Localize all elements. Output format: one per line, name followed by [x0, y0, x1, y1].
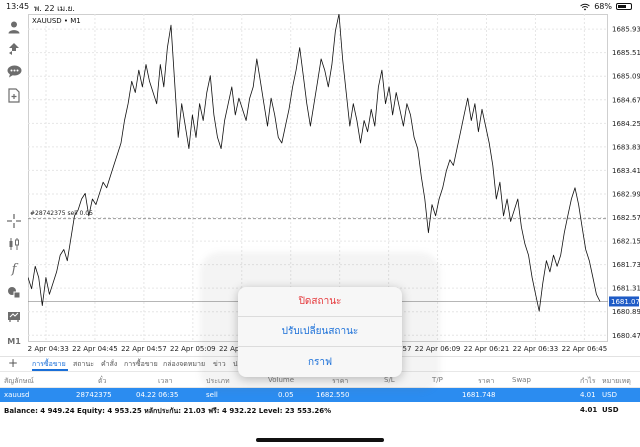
y-tick-label: 1681.730: [612, 261, 640, 269]
cell-type: sell: [206, 391, 218, 399]
order-line-label: #28742375 sell 0.05: [30, 210, 93, 217]
templates-icon[interactable]: [4, 307, 24, 325]
y-tick-label: 1682.570: [612, 214, 640, 222]
tab-orders[interactable]: คำสั่ง: [101, 359, 117, 370]
y-tick-label: 1684.670: [612, 96, 640, 104]
objects-icon[interactable]: [4, 283, 24, 301]
total-profit: 4.01: [580, 406, 598, 414]
balance-summary: Balance: 4 949.24 Equity: 4 953.25 หลักป…: [4, 407, 332, 415]
position-action-menu: ปิดสถานะ ปรับเปลี่ยนสถานะ กราฟ: [238, 287, 402, 377]
tab-positions[interactable]: สถานะ: [73, 359, 94, 370]
chart-button[interactable]: กราฟ: [238, 347, 402, 377]
add-document-icon[interactable]: [4, 86, 24, 104]
chart-toolbar: f M1: [0, 14, 28, 356]
modify-position-button[interactable]: ปรับเปลี่ยนสถานะ: [238, 317, 402, 347]
col-swap[interactable]: Swap: [512, 376, 531, 384]
y-tick-label: 1680.470: [612, 332, 640, 340]
x-tick-label: 22 Apr 04:57: [121, 345, 167, 353]
cell-profit: 4.01: [580, 391, 596, 399]
cell-symbol: xauusd: [4, 391, 30, 399]
y-tick-label: 1685.510: [612, 49, 640, 57]
status-time: 13:45: [6, 2, 30, 11]
profit-currency: USD: [602, 406, 619, 414]
add-icon[interactable]: +: [8, 356, 18, 370]
wifi-icon: [580, 3, 590, 10]
y-tick-label: 1683.410: [612, 167, 640, 175]
user-icon[interactable]: [4, 18, 24, 36]
y-tick-label: 1685.090: [612, 73, 640, 81]
cell-volume: 0.05: [278, 391, 294, 399]
home-indicator[interactable]: [256, 438, 384, 442]
y-tick-label: 1682.150: [612, 238, 640, 246]
trade-icon[interactable]: [4, 40, 24, 58]
x-tick-label: 22 Apr 06:21: [464, 345, 510, 353]
x-tick-label: 22 Apr 04:45: [72, 345, 118, 353]
col-symbol[interactable]: สัญลักษณ์: [4, 376, 34, 387]
function-icon[interactable]: f: [4, 260, 24, 278]
col-ticket[interactable]: ตั๋ว: [98, 376, 106, 387]
candles-icon[interactable]: [4, 235, 24, 253]
y-tick-label: 1682.990: [612, 190, 640, 198]
col-comment[interactable]: หมายเหตุ: [602, 376, 631, 387]
col-current-price[interactable]: ราคา: [478, 376, 494, 387]
y-tick-label: 1685.930: [612, 26, 640, 34]
account-summary: Balance: 4 949.24 Equity: 4 953.25 หลักป…: [0, 403, 640, 416]
col-profit[interactable]: กำไร: [580, 376, 595, 387]
cell-price: 1682.550: [316, 391, 350, 399]
cell-currency: USD: [602, 391, 617, 399]
current-price-tag-label: 1681.073: [611, 298, 640, 306]
y-tick-label: 1681.310: [612, 285, 640, 293]
y-tick-label: 1684.250: [612, 120, 640, 128]
battery-fill: [618, 5, 627, 8]
x-tick-label: 22 Apr 06:33: [513, 345, 559, 353]
tab-mailbox[interactable]: กล่องจดหมาย: [163, 359, 205, 370]
y-tick-label: 1680.890: [612, 308, 640, 316]
tab-history[interactable]: การซื้อขาย: [124, 359, 158, 370]
col-time[interactable]: เวลา: [158, 376, 173, 387]
cell-time: 04.22 06:35: [136, 391, 179, 399]
battery-percent: 68%: [594, 2, 612, 11]
chart-symbol-label: XAUUSD • M1: [32, 17, 81, 25]
y-tick-label: 1683.830: [612, 143, 640, 151]
status-bar: 13:45 พ. 22 เม.ย. 68%: [0, 0, 640, 14]
battery-icon: [616, 3, 632, 10]
x-tick-label: 22 Apr 06:45: [562, 345, 608, 353]
cell-current-price: 1681.748: [462, 391, 496, 399]
timeframe-button[interactable]: M1: [4, 332, 24, 350]
cell-ticket: 28742375: [76, 391, 112, 399]
close-position-button[interactable]: ปิดสถานะ: [238, 287, 402, 317]
x-tick-label: 22 Apr 04:33: [28, 345, 69, 353]
crosshair-icon[interactable]: [4, 212, 24, 230]
chat-icon[interactable]: [4, 62, 24, 80]
status-right: 68%: [580, 2, 632, 11]
